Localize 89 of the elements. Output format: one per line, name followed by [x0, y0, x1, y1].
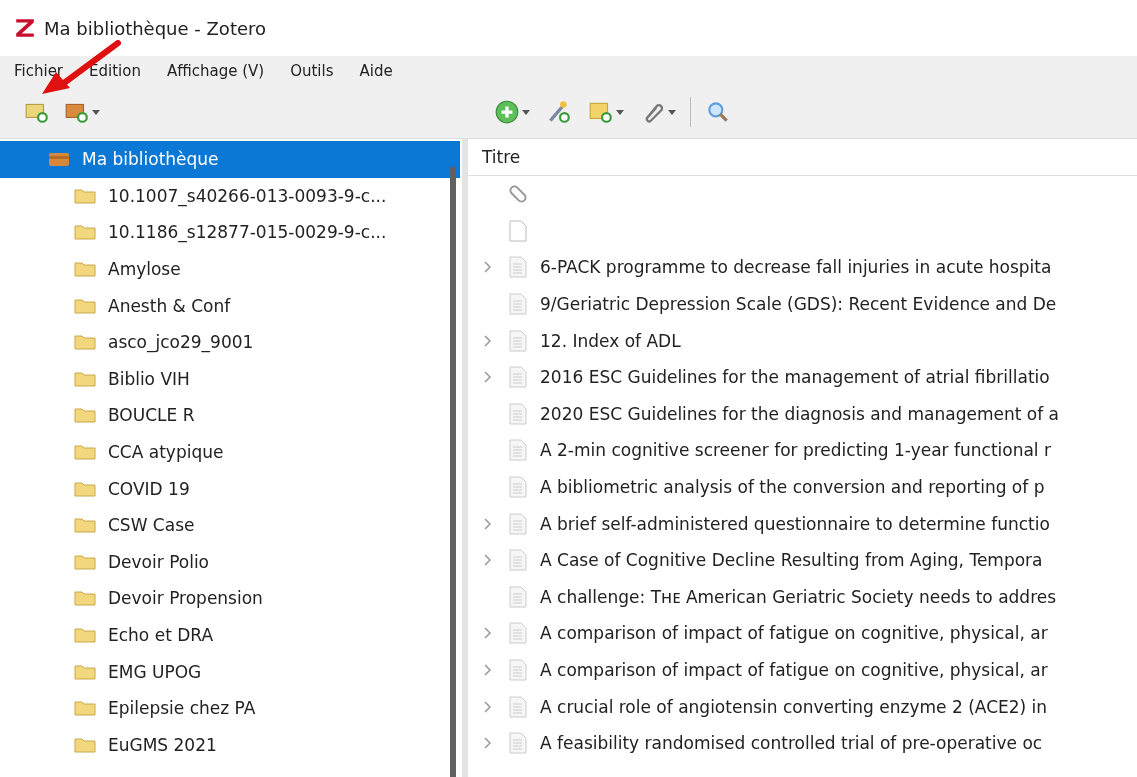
window-title: Ma bibliothèque - Zotero — [44, 17, 267, 39]
folder-icon — [74, 334, 96, 351]
document-icon — [508, 256, 528, 279]
menu-item[interactable]: Affichage (V) — [166, 62, 265, 80]
folder-icon — [74, 627, 96, 643]
search-icon — [705, 99, 731, 125]
expand-chevron-icon[interactable] — [484, 627, 492, 640]
tree-item[interactable]: Devoir Polio — [0, 543, 450, 581]
scrollbar[interactable] — [450, 167, 456, 777]
tree-item[interactable]: COVID 19 — [0, 470, 450, 507]
app-logo-icon — [14, 17, 36, 39]
tree-item[interactable]: CCA atypique — [0, 433, 450, 471]
folder-icon — [74, 187, 96, 204]
folder-icon — [74, 444, 96, 461]
document-icon — [508, 476, 528, 499]
expand-chevron-icon[interactable] — [484, 737, 492, 750]
item-title[interactable]: 9/Geriatric Depression Scale (GDS): Recent Evidence and De — [540, 294, 1057, 315]
document-icon — [508, 293, 528, 316]
folder-icon — [74, 297, 96, 314]
folder-icon — [74, 663, 96, 680]
item-title[interactable]: A feasibility randomised controlled trial of pre-operative oc — [540, 733, 1043, 754]
paperclip-icon — [508, 183, 528, 206]
document-icon — [508, 439, 528, 462]
caret-icon — [616, 109, 624, 115]
item-title[interactable]: A crucial role of angiotensin converting enzyme 2 (ACE2) in — [540, 696, 1048, 717]
folder-icon — [74, 261, 96, 278]
tree-item[interactable]: Anesth & Conf — [0, 287, 450, 324]
menu-item[interactable]: Outils — [290, 62, 334, 80]
tree-item[interactable]: 10.1007_s40266-013-0093-9-c... — [0, 177, 450, 215]
column-header[interactable]: Titre — [468, 139, 1137, 176]
library-icon — [48, 151, 70, 168]
tree-item[interactable]: BOUCLE R — [0, 397, 450, 434]
tree-item[interactable]: Devoir Propension — [0, 580, 450, 617]
menu-item[interactable]: Édition — [89, 62, 141, 80]
document-icon — [508, 732, 528, 755]
document-icon — [508, 695, 528, 718]
document-icon — [508, 366, 528, 389]
document-icon — [508, 512, 528, 535]
folder-icon — [74, 700, 96, 717]
expand-chevron-icon[interactable] — [484, 517, 492, 530]
folder-icon — [74, 480, 96, 497]
expand-chevron-icon[interactable] — [484, 700, 492, 713]
item-title[interactable]: A 2-min cognitive screener for predicting 1-year functional r — [540, 440, 1051, 461]
document-icon — [508, 329, 528, 352]
expand-chevron-icon[interactable] — [484, 664, 492, 676]
folder-icon — [74, 370, 96, 387]
tree-item[interactable]: EMG UPOG — [0, 653, 450, 690]
item-title[interactable]: A Case of Cognitive Decline Resulting from Aging, Tempora — [540, 550, 1043, 571]
plus-circle-icon — [494, 99, 520, 125]
document-icon — [508, 585, 528, 608]
document-icon — [508, 549, 528, 572]
item-title[interactable]: A brief self-administered questionnaire to determine functio — [540, 513, 1050, 534]
expand-chevron-icon[interactable] — [484, 554, 492, 567]
caret-icon — [668, 109, 676, 115]
tree-item[interactable]: EuGMS 2021 — [0, 726, 450, 764]
tree-item[interactable]: CSW Case — [0, 506, 450, 544]
item-title[interactable]: 2020 ESC Guidelines for the diagnosis and management of a — [540, 403, 1060, 424]
folder-icon — [74, 407, 96, 424]
tree-item[interactable]: Ma bibliothèque — [0, 141, 460, 178]
menu-item[interactable]: Fichier — [14, 62, 64, 80]
folder-icon — [74, 553, 96, 570]
caret-icon — [522, 109, 530, 115]
blank-page-icon — [508, 219, 528, 242]
document-icon — [508, 622, 528, 645]
folder-icon — [74, 736, 96, 753]
item-title[interactable]: A bibliometric analysis of the conversion and reporting of p — [540, 477, 1045, 498]
item-title[interactable]: 12. Index of ADL — [540, 330, 681, 351]
item-title[interactable]: 2016 ESC Guidelines for the management of atrial fibrillatio — [540, 367, 1050, 388]
expand-chevron-icon[interactable] — [484, 261, 492, 274]
tree-item[interactable]: Biblio VIH — [0, 360, 450, 398]
caret-icon — [92, 109, 100, 115]
expand-chevron-icon[interactable] — [484, 371, 492, 384]
tree-item[interactable]: asco_jco29_9001 — [0, 323, 450, 361]
wand-icon — [546, 99, 572, 125]
folder-icon — [74, 224, 96, 241]
tree-item[interactable]: Epilepsie chez PA — [0, 689, 450, 727]
menu-item[interactable]: Aide — [359, 62, 393, 80]
document-icon — [508, 659, 528, 681]
item-title[interactable]: A comparison of impact of fatigue on cognitive, physical, ar — [540, 660, 1048, 680]
expand-chevron-icon[interactable] — [484, 334, 492, 347]
tree-item[interactable]: 10.1186_s12877-015-0029-9-c... — [0, 214, 450, 251]
tree-item[interactable]: Echo et DRA — [0, 616, 450, 654]
item-title[interactable]: A challenge: Tʜᴇ American Geriatric Society needs to addres — [540, 586, 1057, 607]
folder-icon — [74, 590, 96, 607]
tree-item[interactable]: Amylose — [0, 250, 450, 288]
item-title[interactable]: 6-PACK programme to decrease fall injuries in acute hospita — [540, 257, 1052, 278]
item-title[interactable]: A comparison of impact of fatigue on cognitive, physical, ar — [540, 623, 1048, 644]
document-icon — [508, 402, 528, 425]
folder-icon — [74, 517, 96, 534]
